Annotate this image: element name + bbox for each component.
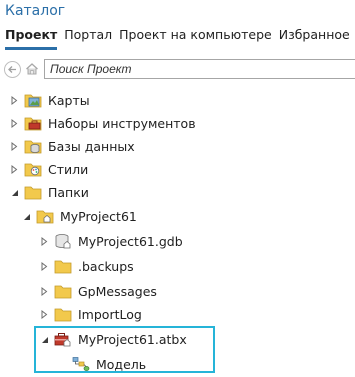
database-folder-icon	[24, 137, 42, 155]
tree-item-styles[interactable]: Стили	[8, 158, 88, 180]
pane-title: Каталог	[5, 3, 66, 19]
tree-item-label: Стили	[48, 161, 89, 177]
tree-item-project-folder[interactable]: MyProject61	[20, 205, 137, 227]
home-folder-icon	[36, 207, 54, 225]
expand-arrow-icon[interactable]	[8, 163, 20, 175]
back-arrow-icon	[8, 65, 16, 73]
expand-arrow-icon[interactable]	[38, 260, 50, 272]
tree-item-importlog[interactable]: ImportLog	[38, 303, 142, 325]
tree-item-toolboxes[interactable]: Наборы инструментов	[8, 112, 196, 134]
tree-item-label: Базы данных	[48, 138, 135, 154]
tree-item-label: Карты	[48, 92, 90, 108]
selection-highlight	[34, 326, 215, 373]
tab-computer[interactable]: Проект на компьютере	[119, 27, 272, 47]
expand-arrow-icon[interactable]	[38, 235, 50, 247]
expand-arrow-icon[interactable]	[8, 94, 20, 106]
tree-item-backups[interactable]: .backups	[38, 255, 134, 277]
tree-item-folders[interactable]: Папки	[8, 181, 89, 203]
tree-item-label: MyProject61.gdb	[78, 233, 183, 249]
maps-folder-icon	[24, 91, 42, 109]
tree-item-label: GpMessages	[78, 283, 157, 299]
folder-icon	[24, 183, 42, 201]
toolbox-folder-icon	[24, 114, 42, 132]
back-button[interactable]	[4, 60, 21, 78]
home-button[interactable]	[24, 61, 40, 77]
styles-folder-icon	[24, 160, 42, 178]
tab-favorites[interactable]: Избранное	[279, 27, 350, 47]
collapse-arrow-icon[interactable]	[20, 210, 32, 222]
expand-arrow-icon[interactable]	[8, 117, 20, 129]
expand-arrow-icon[interactable]	[38, 308, 50, 320]
folder-icon	[54, 257, 72, 275]
tree-item-label: Папки	[48, 184, 89, 200]
home-icon	[26, 63, 38, 75]
folder-icon	[54, 305, 72, 323]
expand-arrow-icon[interactable]	[38, 285, 50, 297]
tree-item-label: .backups	[78, 258, 134, 274]
folder-icon	[54, 282, 72, 300]
tree-item-gdb[interactable]: MyProject61.gdb	[38, 230, 183, 252]
tree-item-label: ImportLog	[78, 306, 142, 322]
tree-item-maps[interactable]: Карты	[8, 89, 90, 111]
catalog-tabs: Проект Портал Проект на компьютере Избра…	[5, 27, 355, 50]
tab-portal[interactable]: Портал	[64, 27, 112, 47]
geodatabase-icon	[54, 232, 72, 250]
tab-project[interactable]: Проект	[5, 27, 58, 50]
search-input[interactable]	[44, 59, 355, 79]
tree-item-label: Наборы инструментов	[48, 115, 196, 131]
catalog-toolbar	[4, 58, 355, 80]
collapse-arrow-icon[interactable]	[8, 186, 20, 198]
tree-item-label: MyProject61	[60, 208, 137, 224]
tree-item-gpmessages[interactable]: GpMessages	[38, 280, 157, 302]
tree-item-databases[interactable]: Базы данных	[8, 135, 135, 157]
expand-arrow-icon[interactable]	[8, 140, 20, 152]
